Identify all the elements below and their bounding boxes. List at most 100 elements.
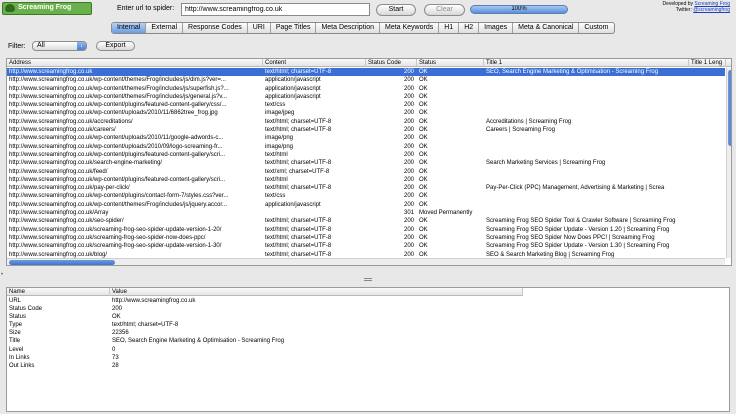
tab-uri[interactable]: URI (248, 23, 271, 33)
cell-content: text/html; charset=UTF-8 (265, 243, 332, 250)
table-row[interactable]: http://www.screamingfrog.co.uk/wp-conten… (7, 143, 725, 151)
cell-content: text/xml; charset=UTF-8 (265, 168, 330, 175)
table-row[interactable]: http://www.screamingfrog.co.uk/careers/t… (7, 126, 725, 134)
detail-value: text/html; charset=UTF-8 (112, 322, 179, 329)
tab-meta-keywords[interactable]: Meta Keywords (380, 23, 440, 33)
crawl-progress-bar: 100% (470, 5, 568, 14)
column-header-title-1-length[interactable]: Title 1 Leng (689, 59, 726, 67)
table-row[interactable]: http://www.screamingfrog.co.uk/wp-conten… (7, 151, 725, 159)
table-row[interactable]: http://www.screamingfrog.co.uk/wp-conten… (7, 176, 725, 184)
column-header-address[interactable]: Address (7, 59, 263, 67)
cell-content: text/html (265, 151, 288, 158)
cell-status: OK (419, 243, 428, 250)
tab-meta-canonical[interactable]: Meta & Canonical (513, 23, 580, 33)
table-row[interactable]: http://www.screamingfrog.co.uk/wp-conten… (7, 134, 725, 142)
url-input[interactable] (181, 3, 370, 16)
detail-value: http://www.screamingfrog.co.uk (112, 298, 196, 304)
cell-address: http://www.screamingfrog.co.uk (9, 69, 93, 75)
table-row[interactable]: http://www.screamingfrog.co.uk/accredita… (7, 118, 725, 126)
logo-text: Screaming Frog (18, 4, 72, 11)
tab-meta-description[interactable]: Meta Description (316, 23, 380, 33)
cell-status-code: 200 (403, 193, 414, 200)
cell-content: application/javascript (265, 77, 321, 84)
cell-status-code: 200 (403, 127, 414, 134)
detail-name: URL (9, 298, 22, 304)
clear-button[interactable]: Clear (424, 4, 465, 16)
table-row[interactable]: http://www.screamingfrog.co.uk/wp-conten… (7, 192, 725, 200)
cell-status-code: 200 (403, 85, 414, 92)
cell-address: http://www.screamingfrog.co.uk/wp-conten… (9, 102, 227, 109)
table-row[interactable]: http://www.screamingfrog.co.uk/wp-conten… (7, 93, 725, 101)
vertical-scrollbar[interactable] (726, 68, 731, 258)
cell-content: text/html; charset=UTF-8 (265, 118, 332, 125)
detail-row[interactable]: Type text/html; charset=UTF-8 (7, 321, 729, 329)
cell-status: OK (419, 226, 428, 233)
detail-row[interactable]: Status OK (7, 313, 729, 321)
detail-row[interactable]: Out Links 28 (7, 362, 729, 370)
tab-internal[interactable]: Internal (112, 23, 147, 33)
table-row[interactable]: http://www.screamingfrog.co.uk/Array 301 M… (7, 209, 725, 217)
detail-value: 28 (112, 362, 119, 369)
cell-content: application/javascript (265, 93, 321, 100)
table-row[interactable]: http://www.screamingfrog.co.uk/screaming… (7, 226, 725, 234)
detail-value: 0 (112, 346, 116, 353)
tab-h1[interactable]: H1 (439, 23, 460, 33)
cell-status-code: 200 (403, 143, 414, 150)
tab-h2[interactable]: H2 (459, 23, 480, 33)
tab-response-codes[interactable]: Response Codes (183, 23, 248, 33)
table-row[interactable]: http://www.screamingfrog.co.uk/wp-conten… (7, 101, 725, 109)
column-header-value[interactable]: Value (110, 288, 523, 296)
detail-row[interactable]: URL http://www.screamingfrog.co.uk (7, 297, 729, 305)
export-button[interactable]: Export (96, 41, 135, 51)
horizontal-scrollbar[interactable] (7, 258, 725, 265)
cell-content: text/html; charset=UTF-8 (265, 218, 332, 225)
table-row[interactable]: http://www.screamingfrog.co.uk/wp-conten… (7, 76, 725, 84)
column-header-content[interactable]: Content (263, 59, 366, 67)
cell-status-code: 301 (403, 210, 414, 217)
column-header-name[interactable]: Name (7, 288, 110, 296)
table-row[interactable]: http://www.screamingfrog.co.uk/screaming… (7, 234, 725, 242)
column-header-status-code[interactable]: Status Code (366, 59, 417, 67)
table-row[interactable]: http://www.screamingfrog.co.uk/feed/text… (7, 168, 725, 176)
table-row[interactable]: http://www.screamingfrog.co.uk/wp-conten… (7, 109, 725, 117)
table-row[interactable]: http://www.screamingfrog.co.uk text/html;… (7, 68, 725, 77)
start-button[interactable]: Start (376, 4, 416, 16)
detail-name: Type (9, 322, 23, 329)
tab-images[interactable]: Images (479, 23, 514, 33)
detail-row[interactable]: Size 22356 (7, 329, 729, 337)
cell-content: application/javascript (265, 85, 321, 92)
cell-status: OK (419, 77, 428, 84)
cell-status: OK (419, 135, 428, 142)
pane-splitter[interactable]: • (0, 268, 736, 284)
detail-row[interactable]: In Links 73 (7, 354, 729, 362)
cell-title-1: SEO, Search Engine Marketing & Optimisat… (486, 69, 659, 75)
twitter-link[interactable]: @screamingfrog (693, 7, 730, 13)
detail-row[interactable]: Status Code 200 (7, 305, 729, 313)
cell-status: OK (419, 176, 428, 183)
cell-status-code: 200 (403, 185, 414, 192)
column-header-status[interactable]: Status (417, 59, 484, 67)
cell-address: http://www.screamingfrog.co.uk/Array (9, 210, 109, 217)
filter-select[interactable]: All ↕ (32, 41, 87, 51)
table-row[interactable]: http://www.screamingfrog.co.uk/pay-per-c… (7, 184, 725, 192)
table-row[interactable]: http://www.screamingfrog.co.uk/wp-conten… (7, 85, 725, 93)
detail-row[interactable]: Level 0 (7, 346, 729, 354)
detail-value: 200 (112, 306, 123, 313)
tab-page-titles[interactable]: Page Titles (271, 23, 317, 33)
tab-custom[interactable]: Custom (579, 23, 613, 33)
cell-address: http://www.screamingfrog.co.uk/careers/ (9, 127, 116, 134)
table-row[interactable]: http://www.screamingfrog.co.uk/seo-spide… (7, 217, 725, 225)
cell-content: text/html (265, 176, 288, 183)
detail-row[interactable]: Title SEO, Search Engine Marketing & Opti… (7, 337, 729, 345)
column-header-title-1[interactable]: Title 1 (484, 59, 689, 67)
cell-status-code: 200 (403, 218, 414, 225)
table-row[interactable]: http://www.screamingfrog.co.uk/wp-conten… (7, 201, 725, 209)
grip-icon[interactable] (364, 278, 372, 281)
filter-label: Filter: (8, 43, 26, 50)
scrollbar-thumb[interactable] (728, 70, 731, 146)
tab-external[interactable]: External (146, 23, 184, 33)
table-row[interactable]: http://www.screamingfrog.co.uk/search-en… (7, 159, 725, 167)
details-header: Name Value (7, 288, 523, 296)
table-row[interactable]: http://www.screamingfrog.co.uk/screaming… (7, 242, 725, 250)
scrollbar-thumb[interactable] (9, 260, 115, 265)
